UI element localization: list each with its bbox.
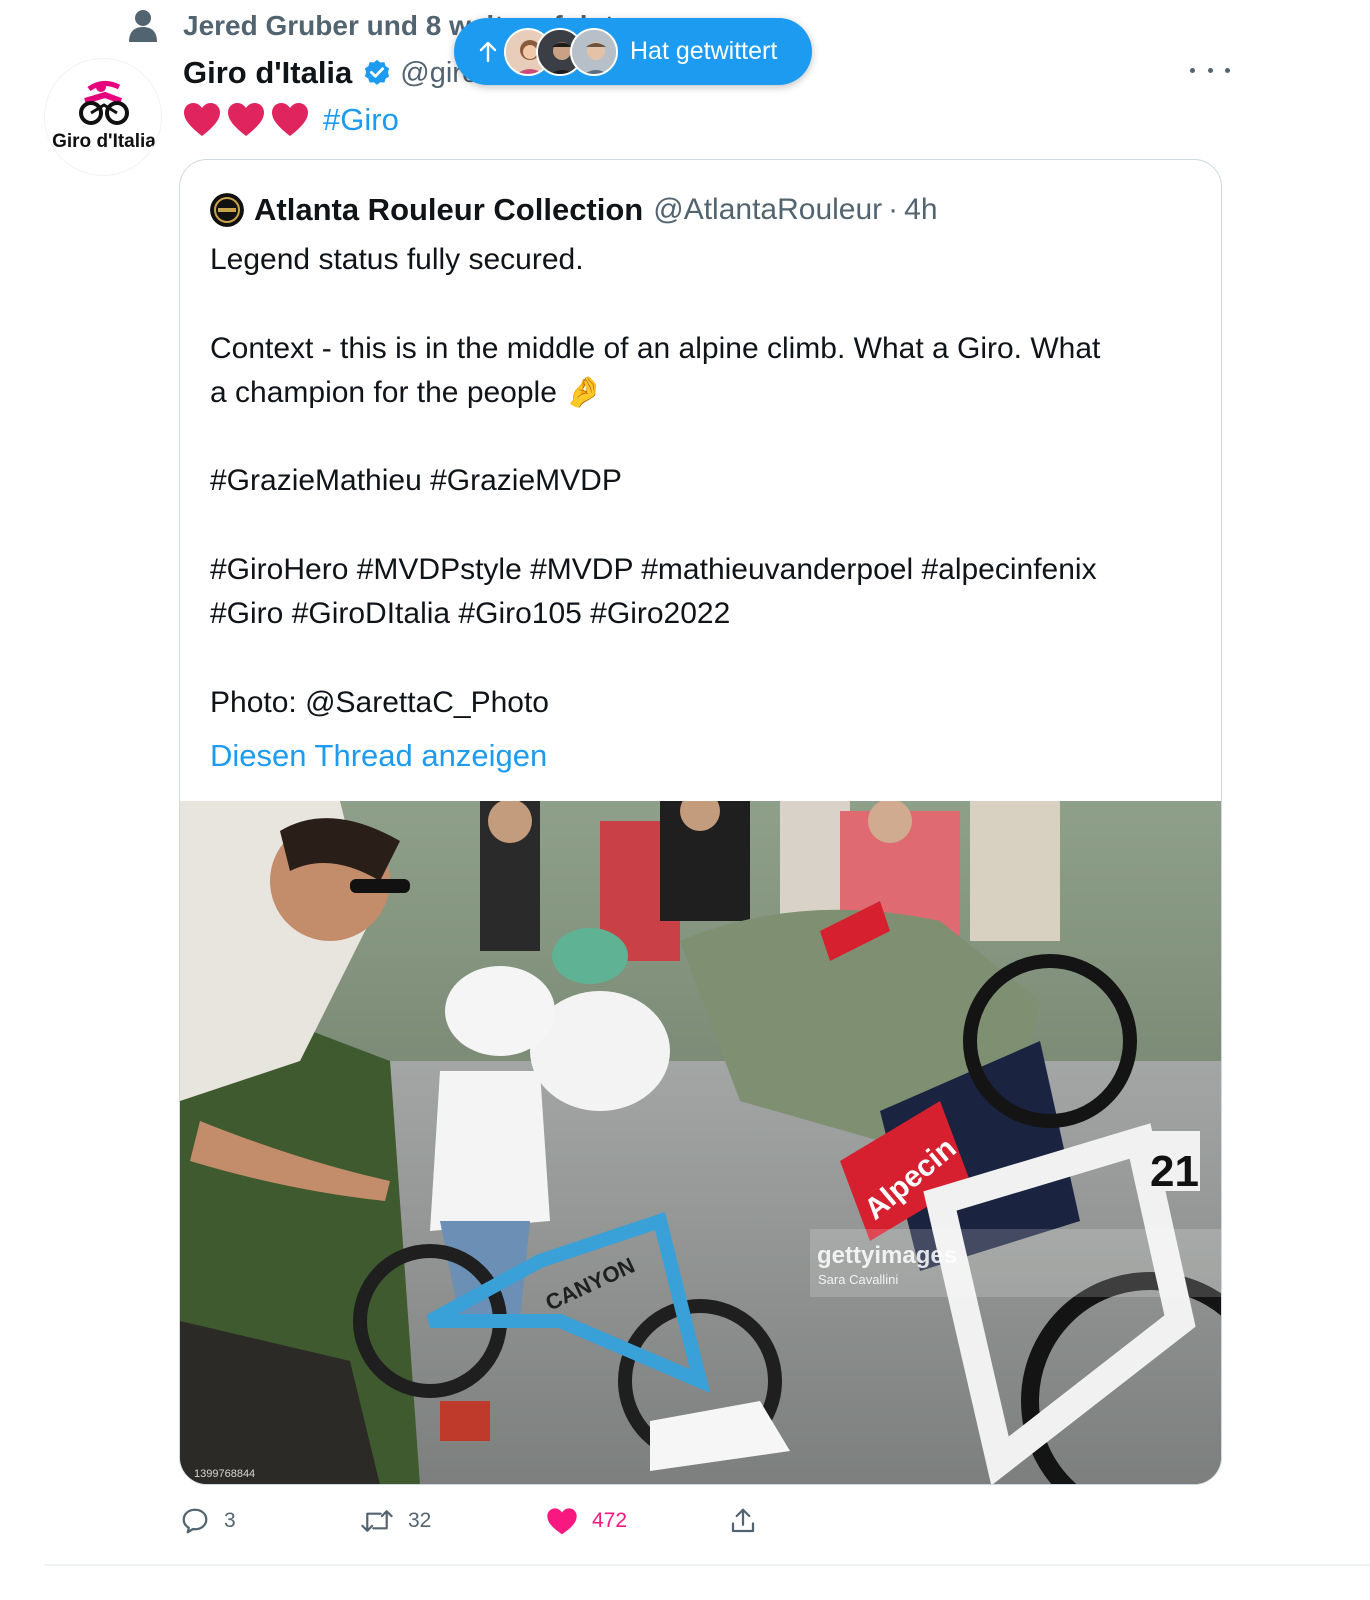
image-id: 1399768844	[194, 1468, 255, 1480]
quote-timestamp: 4h	[904, 193, 938, 226]
share-icon	[731, 1508, 755, 1533]
heart-icon	[547, 1508, 577, 1535]
author-avatar[interactable]: Giro d'Italia	[44, 58, 162, 176]
tweet-divider	[44, 1564, 1370, 1566]
quote-text-line: #GrazieMathieu #GrazieMVDP	[210, 464, 622, 498]
heart-emojis	[183, 102, 309, 138]
retweet-count: 32	[408, 1509, 432, 1532]
show-thread-link[interactable]: Diesen Thread anzeigen	[210, 738, 547, 774]
quote-text-line: Context - this is in the middle of an al…	[210, 331, 1101, 365]
reply-icon	[182, 1508, 208, 1534]
pill-label: Hat getwittert	[630, 37, 778, 65]
more-horizontal-icon[interactable]	[1190, 60, 1230, 80]
giro-logo-icon	[79, 81, 129, 125]
verified-badge-icon	[365, 59, 390, 85]
new-tweets-pill[interactable]: Hat getwittert	[454, 18, 812, 85]
reply-button[interactable]: 3	[180, 1500, 236, 1542]
share-button[interactable]	[728, 1500, 758, 1542]
quote-author-name: Atlanta Rouleur Collection	[254, 192, 644, 227]
quoted-tweet[interactable]: Atlanta Rouleur Collection @AtlantaRoule…	[179, 159, 1222, 1485]
red-heart-emoji-icon	[184, 103, 220, 136]
race-number: 21	[1150, 1147, 1199, 1196]
quote-text-line: a champion for the people 🤌	[210, 375, 603, 409]
retweet-button[interactable]: 32	[360, 1500, 431, 1542]
pill-avatars	[504, 26, 624, 78]
social-context[interactable]: Jered Gruber und 8 weitere folgt	[128, 6, 614, 46]
quote-author-handle: @AtlantaRouleur	[653, 193, 883, 226]
red-heart-emoji-icon	[228, 103, 264, 136]
red-heart-emoji-icon	[272, 103, 308, 136]
separator-dot: ·	[888, 193, 899, 226]
getty-watermark: gettyimages	[817, 1242, 957, 1269]
quote-author-avatar[interactable]	[210, 193, 244, 227]
like-button[interactable]: 472	[546, 1500, 627, 1542]
reply-count: 3	[224, 1509, 236, 1532]
quote-header: Atlanta Rouleur Collection @AtlantaRoule…	[210, 190, 938, 230]
photo-credit: Sara Cavallini	[818, 1272, 898, 1287]
avatar	[570, 27, 618, 76]
quote-text-line: #Giro #GiroDItalia #Giro105 #Giro2022	[210, 597, 731, 631]
quote-text-line: Legend status fully secured.	[210, 243, 584, 276]
quote-photo[interactable]: Alpecin CANYON 21 gettyimages Sara Caval…	[180, 801, 1221, 1484]
quote-text: Legend status fully secured. Context - t…	[210, 238, 1200, 725]
retweet-icon	[361, 1510, 393, 1532]
quote-text-line: Photo: @SarettaC_Photo	[210, 685, 549, 719]
avatar-logo-text: Giro d'Italia	[52, 131, 156, 152]
hashtag-link[interactable]: #Giro	[323, 102, 399, 138]
like-count: 472	[592, 1509, 628, 1532]
tweet-actions: 3 32 472	[180, 1500, 780, 1542]
tweet-text: #Giro	[183, 98, 399, 142]
person-icon	[128, 9, 158, 43]
quote-text-line: #GiroHero #MVDPstyle #MVDP #mathieuvande…	[210, 553, 1097, 587]
author-name[interactable]: Giro d'Italia	[183, 55, 352, 91]
arrow-up-icon	[476, 38, 500, 66]
